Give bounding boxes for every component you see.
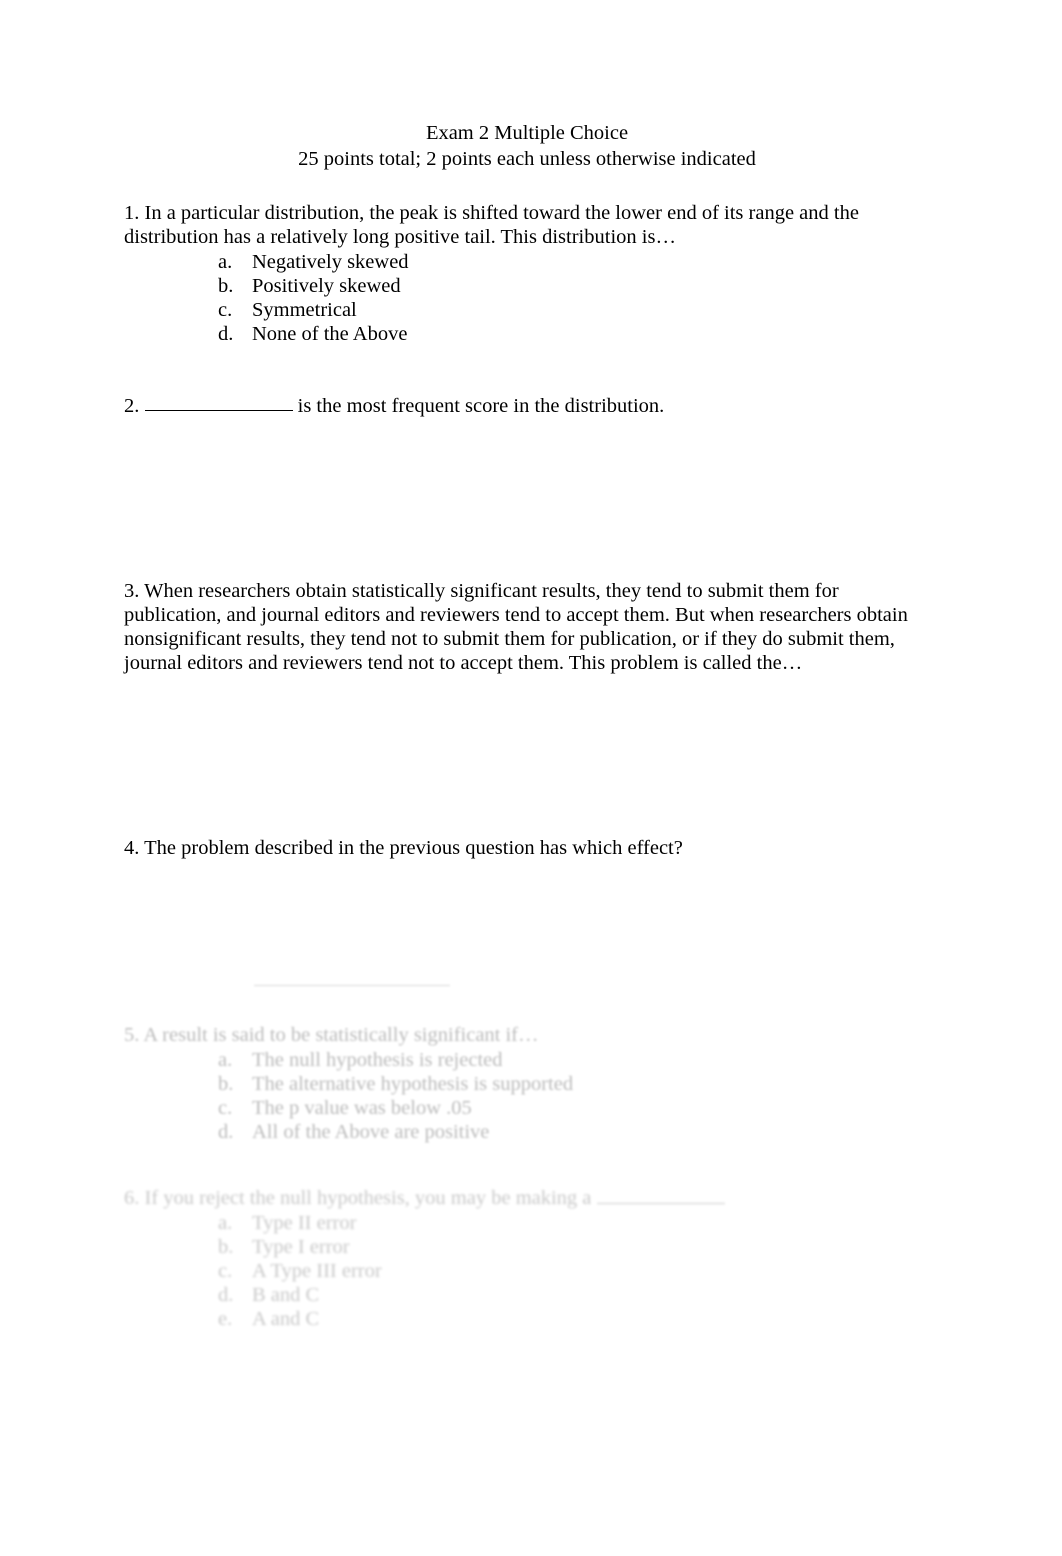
option-label: A Type III error xyxy=(252,1259,382,1282)
question-5-option-d[interactable]: d. All of the Above are positive xyxy=(124,1120,930,1144)
question-1-option-b[interactable]: b. Positively skewed xyxy=(124,274,930,298)
question-2-answer-blank[interactable] xyxy=(144,392,293,412)
option-marker: c. xyxy=(218,1097,233,1120)
question-6-options: a. Type II error b. Type I error c. A Ty… xyxy=(124,1211,930,1331)
question-2-suffix: is the most frequent score in the distri… xyxy=(292,394,665,417)
question-1-text: 1. In a particular distribution, the pea… xyxy=(124,202,865,248)
option-marker: d. xyxy=(218,1283,234,1306)
question-6-text: 6. If you reject the null hypothesis, yo… xyxy=(124,1184,930,1211)
question-5-option-c[interactable]: c. The p value was below .05 xyxy=(124,1096,930,1120)
option-label: None of the Above xyxy=(252,322,408,345)
question-5-option-a[interactable]: a. The null hypothesis is rejected xyxy=(124,1048,930,1072)
option-label: Symmetrical xyxy=(252,298,357,321)
option-marker: d. xyxy=(218,322,234,345)
option-label: Type I error xyxy=(252,1235,350,1258)
question-2-text: 2. is the most frequent score in the dis… xyxy=(124,392,930,419)
question-2-prefix: 2. xyxy=(124,394,145,417)
option-label: A and C xyxy=(252,1307,320,1330)
question-3: 3. When researchers obtain statistically… xyxy=(124,580,930,675)
question-5-text: 5. A result is said to be statistically … xyxy=(124,1024,539,1047)
option-marker: c. xyxy=(218,1259,233,1282)
question-5-option-b[interactable]: b. The alternative hypothesis is support… xyxy=(124,1072,930,1096)
option-marker: d. xyxy=(218,1121,234,1144)
spacer-after-rule xyxy=(124,986,930,1024)
document-title: Exam 2 Multiple Choice 25 points total; … xyxy=(124,120,930,172)
question-5-options: a. The null hypothesis is rejected b. Th… xyxy=(124,1048,930,1144)
answer-rule-line[interactable] xyxy=(254,985,450,987)
option-marker: a. xyxy=(218,1049,233,1072)
spacer-after-question-4 xyxy=(124,861,930,985)
question-6-answer-blank[interactable] xyxy=(596,1184,725,1204)
option-label: The null hypothesis is rejected xyxy=(252,1049,503,1072)
question-1-option-c[interactable]: c. Symmetrical xyxy=(124,298,930,322)
option-label: All of the Above are positive xyxy=(252,1121,490,1144)
question-1-option-d[interactable]: d. None of the Above xyxy=(124,322,930,346)
option-label: Positively skewed xyxy=(252,274,401,297)
option-label: The alternative hypothesis is supported xyxy=(252,1073,574,1096)
question-1: 1. In a particular distribution, the pea… xyxy=(124,202,930,346)
question-4-text: 4. The problem described in the previous… xyxy=(124,837,683,860)
spacer-after-question-1 xyxy=(124,346,930,392)
title-line-subtitle: 25 points total; 2 points each unless ot… xyxy=(298,148,756,170)
question-6-option-a[interactable]: a. Type II error xyxy=(124,1211,930,1235)
option-marker: c. xyxy=(218,298,233,321)
option-marker: e. xyxy=(218,1307,233,1330)
option-label: Type II error xyxy=(252,1211,357,1234)
question-2: 2. is the most frequent score in the dis… xyxy=(124,392,930,419)
question-4: 4. The problem described in the previous… xyxy=(124,837,930,861)
question-6-option-c[interactable]: c. A Type III error xyxy=(124,1259,930,1283)
spacer-after-question-5 xyxy=(124,1144,930,1184)
question-6-option-d[interactable]: d. B and C xyxy=(124,1283,930,1307)
question-1-options: a. Negatively skewed b. Positively skewe… xyxy=(124,250,930,346)
option-marker: a. xyxy=(218,250,233,273)
question-6-option-b[interactable]: b. Type I error xyxy=(124,1235,930,1259)
option-label: The p value was below .05 xyxy=(252,1097,472,1120)
title-line-main: Exam 2 Multiple Choice xyxy=(425,122,629,144)
option-marker: b. xyxy=(218,1235,234,1258)
option-label: Negatively skewed xyxy=(252,250,409,273)
question-6-prefix: 6. If you reject the null hypothesis, yo… xyxy=(124,1186,597,1209)
spacer-after-title xyxy=(124,172,930,202)
spacer-after-question-3 xyxy=(124,675,930,837)
document-page: Exam 2 Multiple Choice 25 points total; … xyxy=(0,0,1062,1556)
option-marker: b. xyxy=(218,1073,234,1096)
question-1-option-a[interactable]: a. Negatively skewed xyxy=(124,250,930,274)
option-label: B and C xyxy=(252,1283,320,1306)
option-marker: a. xyxy=(218,1211,233,1234)
spacer-after-question-2 xyxy=(124,418,930,580)
question-3-text: 3. When researchers obtain statistically… xyxy=(124,580,913,674)
option-marker: b. xyxy=(218,274,234,297)
question-6-option-e[interactable]: e. A and C xyxy=(124,1307,930,1331)
question-5: 5. A result is said to be statistically … xyxy=(124,1024,930,1144)
question-6: 6. If you reject the null hypothesis, yo… xyxy=(124,1184,930,1331)
document-body: Exam 2 Multiple Choice 25 points total; … xyxy=(124,120,930,1331)
